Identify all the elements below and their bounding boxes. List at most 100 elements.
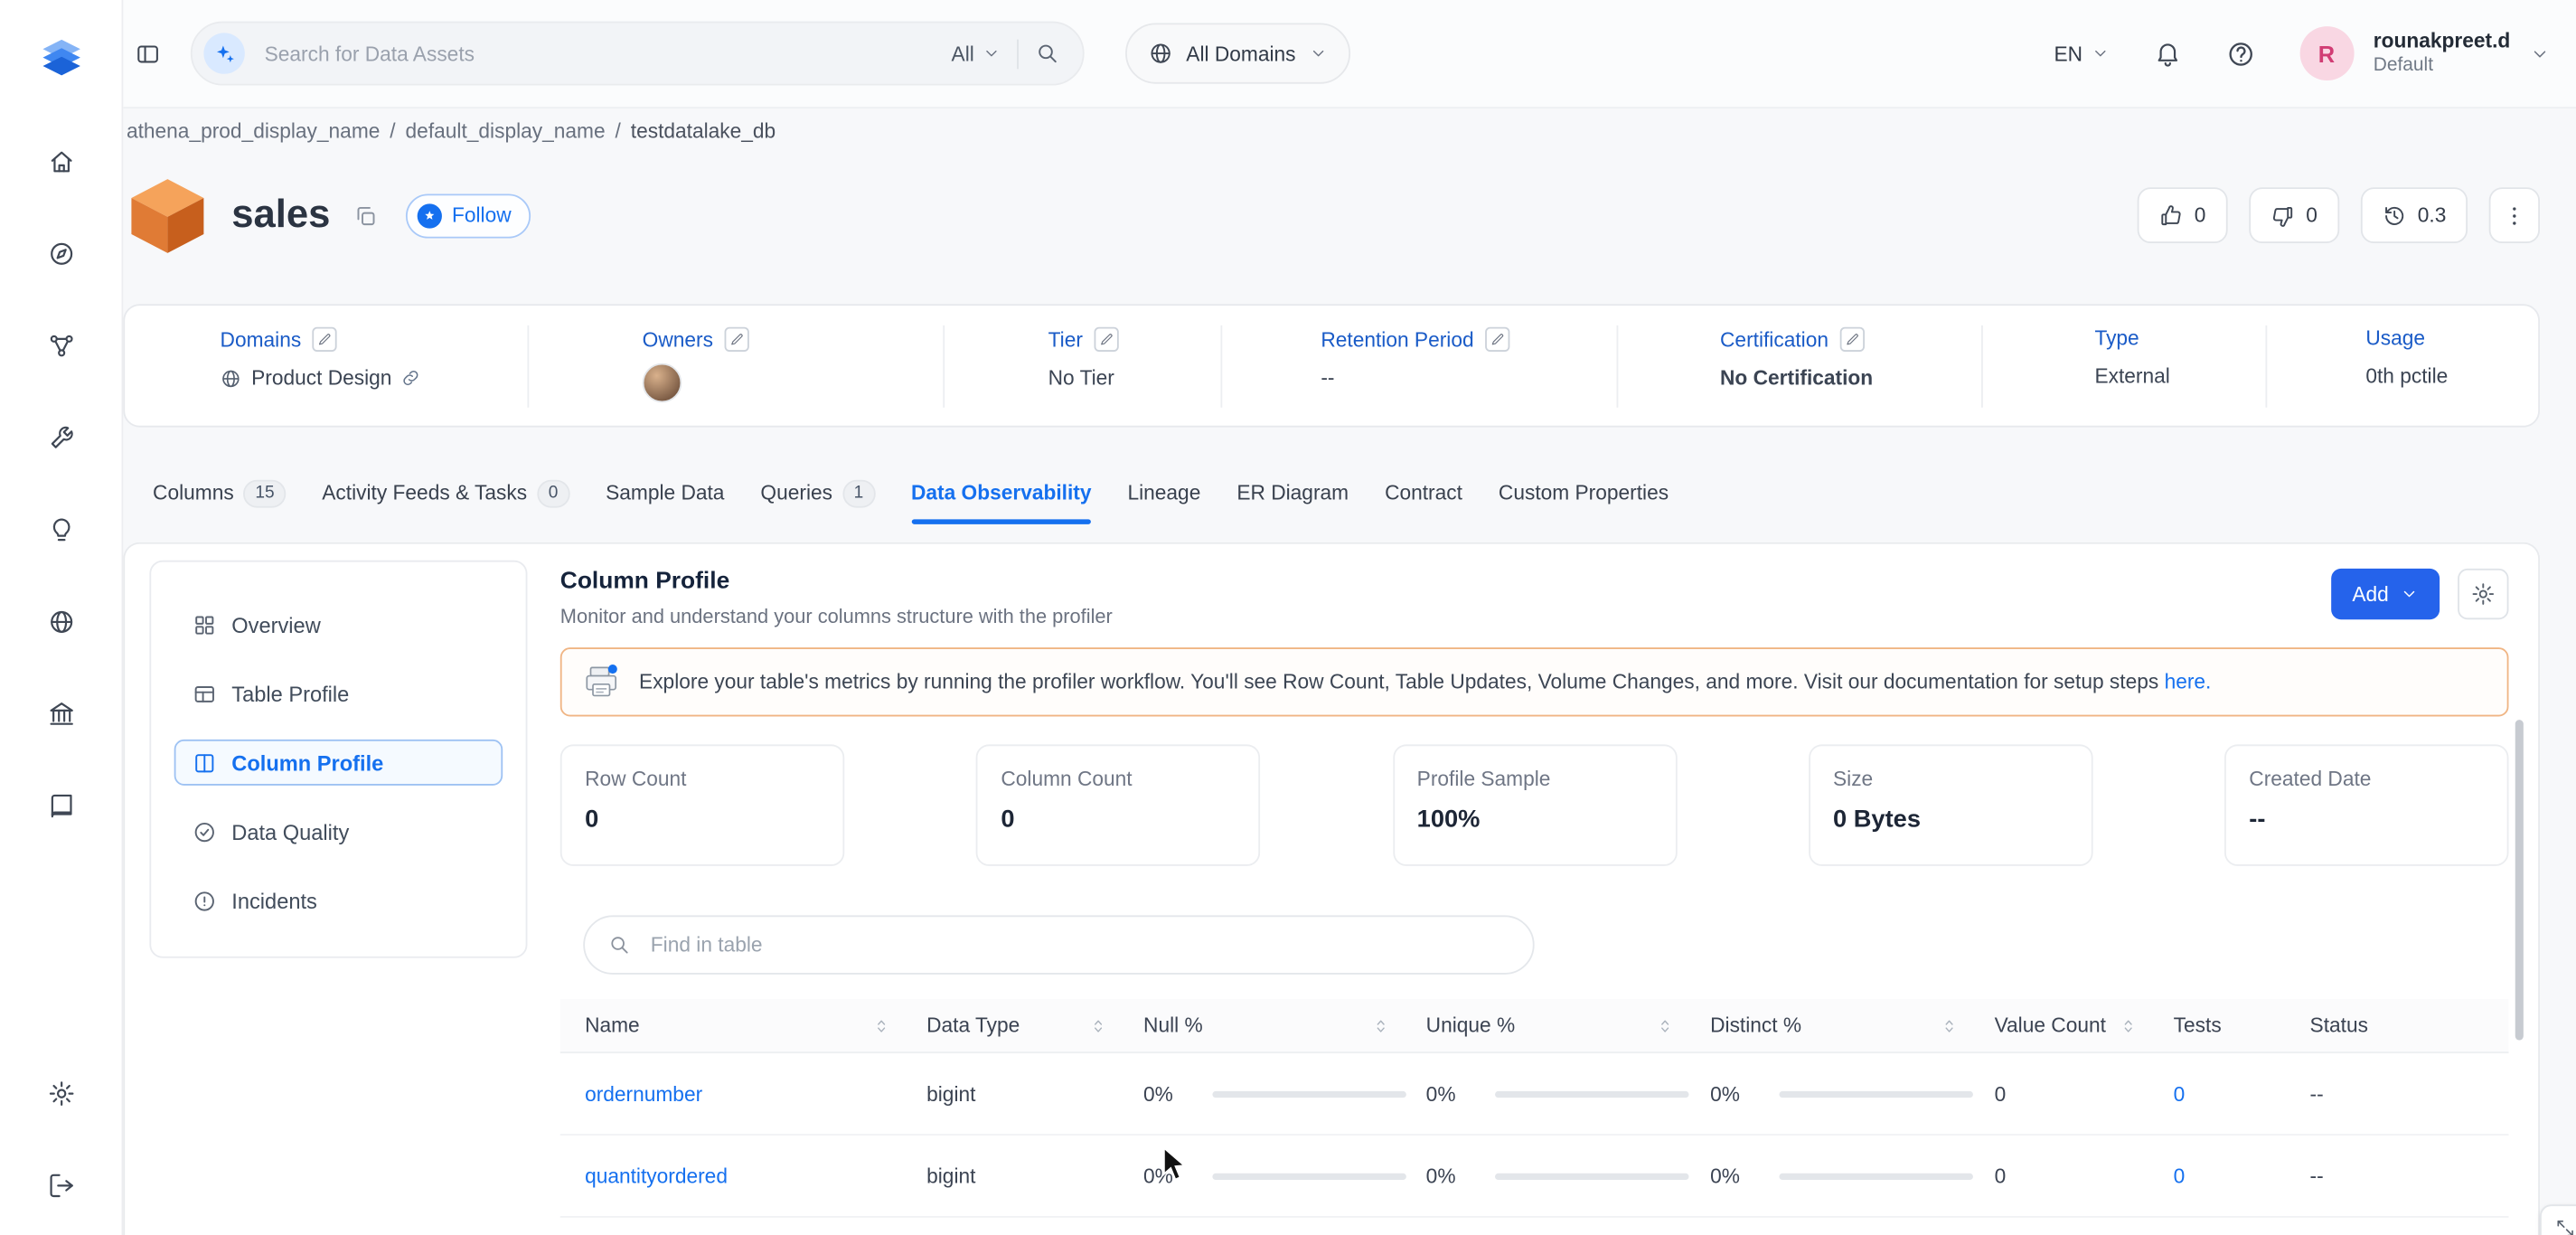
stat-label: Row Count <box>585 767 687 791</box>
logout-icon[interactable] <box>47 1172 75 1200</box>
owner-avatar[interactable] <box>642 363 682 403</box>
column-name-link[interactable]: ordernumber <box>585 1082 702 1105</box>
edit-retention-button[interactable] <box>1485 326 1510 352</box>
copy-icon[interactable] <box>353 203 378 227</box>
subnav-label: Incidents <box>231 888 317 913</box>
subnav-label: Data Quality <box>231 819 350 844</box>
follow-star-icon <box>417 203 443 228</box>
more-options-button[interactable] <box>2488 187 2541 244</box>
column-header-null-pct[interactable]: Null % <box>1143 1013 1426 1037</box>
sidebar-bottom <box>0 1079 122 1200</box>
glossary-icon[interactable] <box>47 792 75 820</box>
upvote-button[interactable]: 0 <box>2137 187 2228 244</box>
columns-table: Name Data Type Null % Unique % Distinct … <box>559 999 2509 1218</box>
tab-sample-data[interactable]: Sample Data <box>606 468 724 518</box>
breadcrumb-separator: / <box>390 119 396 144</box>
govern-icon[interactable] <box>47 700 75 728</box>
column-header-tests[interactable]: Tests <box>2174 1013 2310 1036</box>
banner-text: Explore your table's metrics by running … <box>639 670 2159 694</box>
user-menu[interactable]: R rounakpreet.d Default <box>2299 26 2550 81</box>
cell-distinct-pct: 0% <box>1710 1082 1994 1105</box>
version-button[interactable]: 0.3 <box>2360 187 2468 244</box>
domains-value[interactable]: Product Design <box>251 366 391 389</box>
meta-domains: Domains Product Design <box>221 326 422 390</box>
global-search[interactable]: All <box>190 21 1085 86</box>
search-icon[interactable] <box>1035 41 1059 65</box>
tab-badge: 1 <box>841 478 875 507</box>
cell-unique-pct: 0% <box>1426 1082 1710 1105</box>
tab-label: Activity Feeds & Tasks <box>322 481 528 505</box>
column-header-data-type[interactable]: Data Type <box>926 1013 1143 1037</box>
settings-icon[interactable] <box>47 1079 75 1108</box>
ai-sparkle-icon <box>203 33 245 74</box>
column-header-value-count[interactable]: Value Count <box>1994 1013 2174 1037</box>
panel-header: Column Profile Monitor and understand yo… <box>560 568 2509 627</box>
domain-link-icon[interactable] <box>401 368 421 388</box>
subnav-overview[interactable]: Overview <box>174 601 503 647</box>
tests-link[interactable]: 0 <box>2174 1164 2186 1187</box>
tab-custom-properties[interactable]: Custom Properties <box>1499 468 1669 518</box>
breadcrumb-schema[interactable]: testdatalake_db <box>631 120 776 143</box>
profiler-settings-button[interactable] <box>2458 568 2509 620</box>
subnav-table-profile[interactable]: Table Profile <box>174 671 503 717</box>
domains-icon[interactable] <box>47 608 75 636</box>
tab-columns[interactable]: Columns 15 <box>153 468 287 518</box>
discovery-icon[interactable] <box>47 424 75 452</box>
table-search[interactable] <box>583 915 1535 975</box>
explore-icon[interactable] <box>47 240 75 268</box>
home-icon[interactable] <box>47 148 75 176</box>
cell-unique-pct: 0% <box>1426 1164 1710 1187</box>
downvote-button[interactable]: 0 <box>2248 187 2339 244</box>
language-dropdown[interactable]: EN <box>2054 42 2109 65</box>
page-title: sales <box>231 192 331 237</box>
tab-lineage[interactable]: Lineage <box>1127 468 1200 518</box>
insights-icon[interactable] <box>47 516 75 544</box>
tab-er-diagram[interactable]: ER Diagram <box>1236 468 1349 518</box>
breadcrumb-service[interactable]: athena_prod_display_name <box>127 120 380 143</box>
subnav-data-quality[interactable]: Data Quality <box>174 808 503 854</box>
stat-value: -- <box>2249 805 2266 834</box>
subnav-column-profile[interactable]: Column Profile <box>174 739 503 786</box>
follow-button[interactable]: Follow <box>406 193 531 238</box>
sidebar-toggle-icon[interactable] <box>135 41 161 67</box>
help-icon[interactable] <box>2225 39 2255 69</box>
pct-value: 0% <box>1143 1164 1173 1188</box>
add-button[interactable]: Add <box>2330 568 2440 620</box>
collapse-panel-button[interactable] <box>2540 1204 2576 1235</box>
subnav-incidents[interactable]: Incidents <box>174 878 503 924</box>
user-team: Default <box>2373 55 2434 76</box>
tab-contract[interactable]: Contract <box>1385 468 1462 518</box>
all-domains-button[interactable]: All Domains <box>1125 23 1350 84</box>
sort-icon <box>872 1016 890 1034</box>
tab-data-observability[interactable]: Data Observability <box>910 468 1091 524</box>
find-in-table-input[interactable] <box>647 931 1510 958</box>
banner-docs-link[interactable]: here. <box>2165 671 2212 693</box>
edit-domains-button[interactable] <box>312 326 338 352</box>
search-scope-dropdown[interactable]: All <box>952 42 1001 65</box>
app-logo[interactable] <box>38 33 86 80</box>
column-name-link[interactable]: quantityordered <box>585 1164 728 1187</box>
tab-label: Contract <box>1385 481 1462 505</box>
column-header-label: Distinct % <box>1710 1013 1802 1037</box>
cell-status: -- <box>2309 1081 2324 1106</box>
tab-queries[interactable]: Queries 1 <box>760 468 875 518</box>
tab-activity-feeds[interactable]: Activity Feeds & Tasks 0 <box>322 468 570 518</box>
subnav-label: Table Profile <box>231 681 350 706</box>
column-header-label: Value Count <box>1994 1013 2106 1037</box>
scrollbar[interactable] <box>2515 720 2524 1041</box>
certification-value: No Certification <box>1720 366 1874 390</box>
column-header-distinct-pct[interactable]: Distinct % <box>1710 1013 1994 1037</box>
overview-grid-icon <box>193 612 217 636</box>
search-input[interactable] <box>260 40 952 67</box>
edit-tier-button[interactable] <box>1094 326 1119 352</box>
column-header-label: Name <box>585 1013 640 1037</box>
data-assets-icon[interactable] <box>47 332 75 360</box>
edit-owners-button[interactable] <box>724 326 749 352</box>
column-header-unique-pct[interactable]: Unique % <box>1426 1013 1710 1037</box>
tests-link[interactable]: 0 <box>2174 1082 2186 1105</box>
breadcrumb-database[interactable]: default_display_name <box>406 120 606 143</box>
version-number: 0.3 <box>2417 203 2447 227</box>
notifications-bell-icon[interactable] <box>2153 40 2181 68</box>
column-header-name[interactable]: Name <box>585 1013 926 1037</box>
edit-certification-button[interactable] <box>1839 326 1865 352</box>
